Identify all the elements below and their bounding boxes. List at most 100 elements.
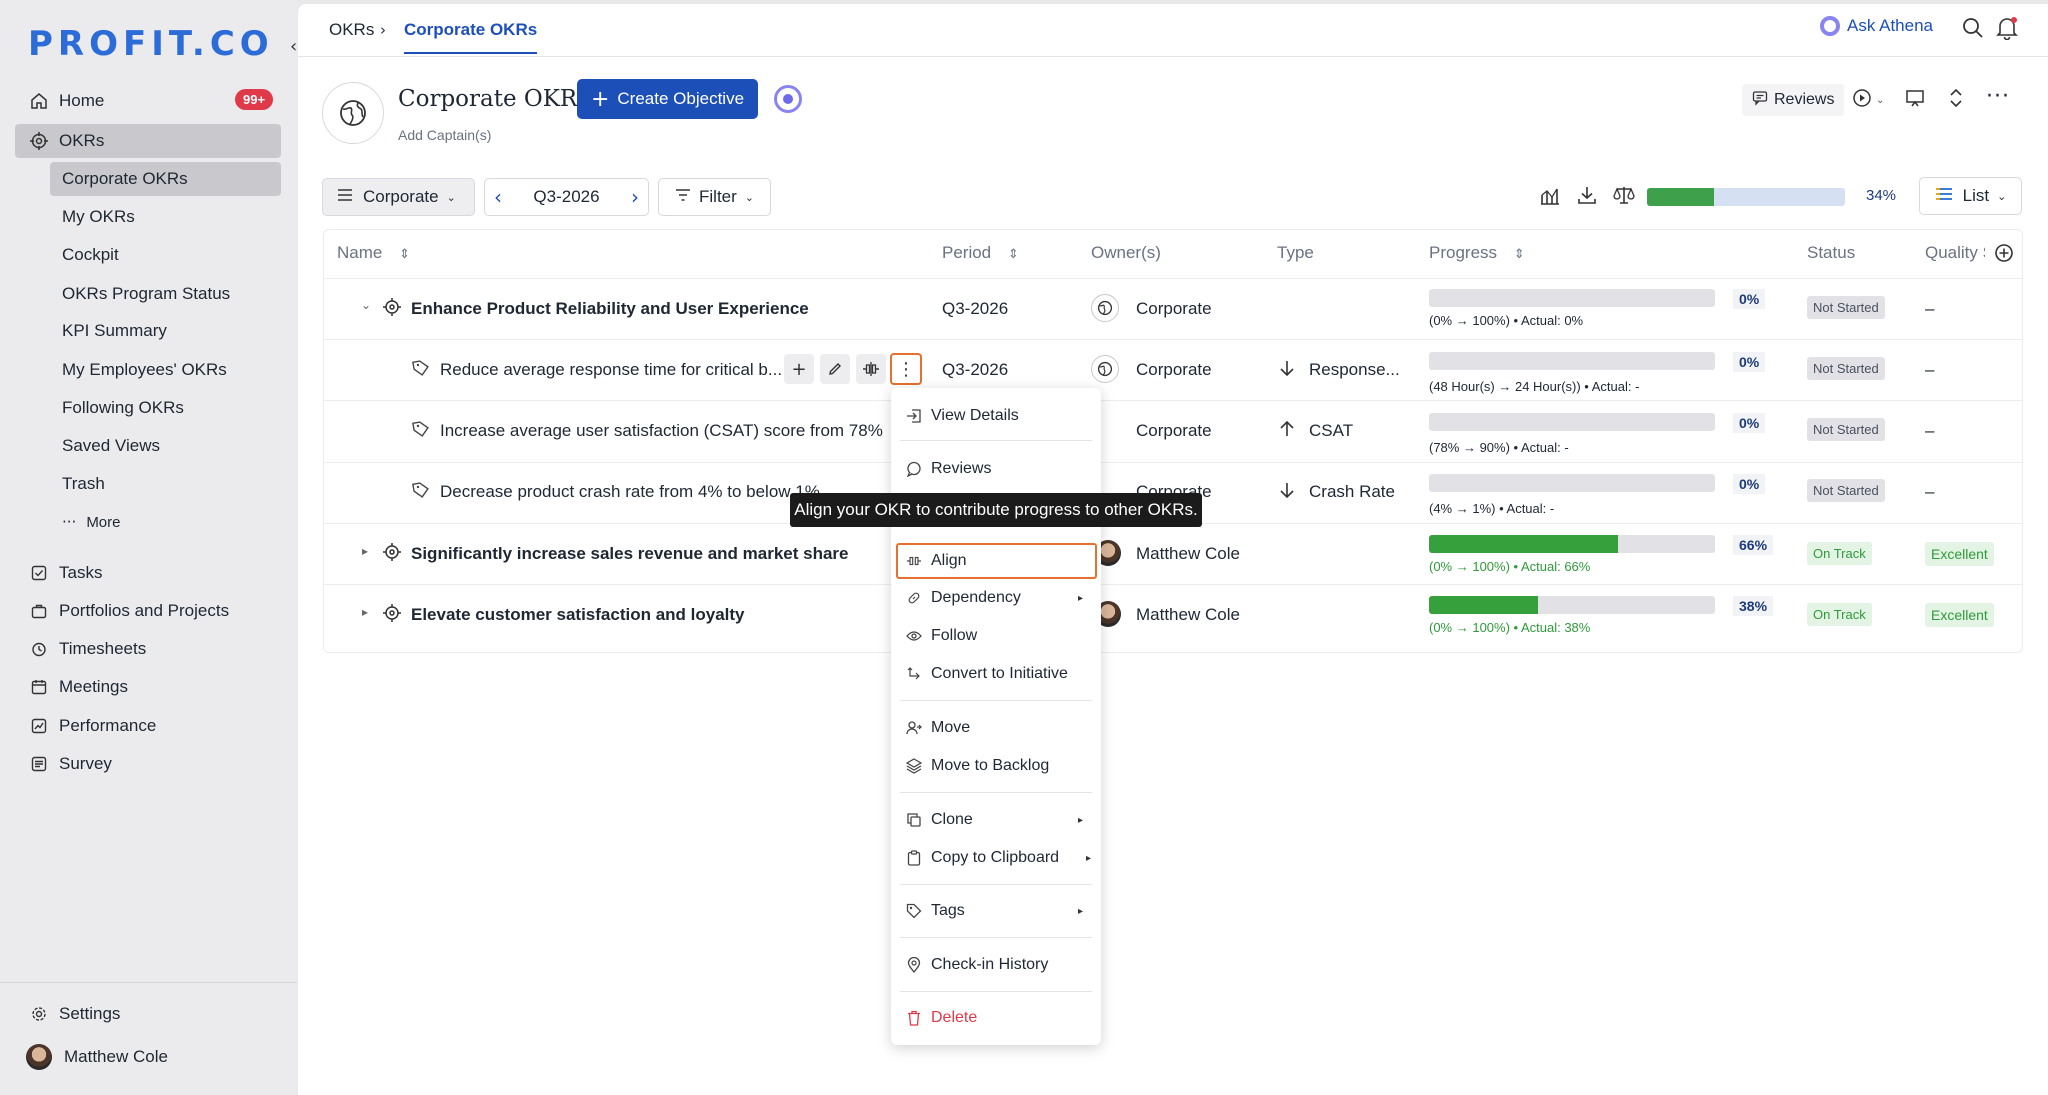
expand-caret-icon[interactable]: ▸ [362,605,368,619]
menu-item-clone[interactable]: Clone ▸ [905,804,1095,836]
menu-item-move-backlog[interactable]: Move to Backlog [905,750,1095,782]
menu-lines-icon [337,187,353,207]
breadcrumb-okrs[interactable]: OKRs [329,20,374,40]
sidebar-sub-more[interactable]: ··· More [50,505,281,539]
sidebar-sub-cockpit[interactable]: Cockpit [50,238,281,272]
convert-icon [905,667,923,681]
list-view-dropdown[interactable]: List ⌄ [1919,177,2022,215]
sidebar-item-meetings[interactable]: Meetings [15,670,281,704]
next-period-icon[interactable]: › [631,185,639,209]
create-objective-button[interactable]: + Create Objective [577,79,758,119]
gear-icon [29,1004,49,1024]
athena-icon [1820,16,1840,36]
sidebar-item-okrs[interactable]: OKRs [15,124,281,158]
athena-ai-icon[interactable] [774,85,802,113]
row-progress-percent: 38% [1733,596,1774,616]
column-header-period[interactable]: Period ⇕ [942,243,1019,263]
download-icon[interactable] [1577,185,1597,210]
expand-caret-icon[interactable]: ▸ [362,544,368,558]
analytics-icon[interactable] [1539,185,1561,212]
period-selector: ‹ Q3-2026 › [484,178,649,216]
row-type: CSAT [1309,421,1354,440]
sidebar-sub-following-okrs[interactable]: Following OKRs [50,391,281,425]
sidebar-sub-my-employees-okrs[interactable]: My Employees' OKRs [50,353,281,387]
key-result-name[interactable]: Reduce average response time for critica… [440,360,782,380]
menu-separator [900,440,1092,441]
sidebar-item-label: Portfolios and Projects [59,601,230,620]
sidebar-item-portfolios[interactable]: Portfolios and Projects [15,594,281,628]
more-options-icon[interactable]: ··· [1986,84,2010,109]
reviews-button[interactable]: Reviews [1742,84,1845,116]
sidebar-item-survey[interactable]: Survey [15,747,281,781]
filter-button[interactable]: Filter ⌄ [658,178,771,216]
menu-item-copy-clipboard[interactable]: Copy to Clipboard ▸ [905,842,1095,874]
sidebar-sub-corporate-okrs[interactable]: Corporate OKRs [50,162,281,196]
menu-item-move[interactable]: Move [905,712,1095,744]
sidebar-item-tasks[interactable]: Tasks [15,556,281,590]
collapse-sidebar-icon[interactable]: ‹ [290,36,297,57]
objective-name[interactable]: Significantly increase sales revenue and… [411,544,849,564]
filter-label: Filter [699,187,737,206]
balance-scale-icon[interactable] [1613,185,1635,210]
menu-item-view-details[interactable]: View Details [905,400,1095,432]
search-icon[interactable] [1962,17,1984,44]
sidebar-user-profile[interactable]: Matthew Cole [12,1040,278,1074]
play-dropdown-button[interactable]: ⌄ [1852,88,1884,113]
row-period: Q3-2026 [942,299,1009,318]
ask-athena-button[interactable]: Ask Athena [1820,16,1933,36]
row-owner: Corporate [1136,299,1212,318]
add-child-button[interactable]: + [784,354,814,384]
menu-item-follow[interactable]: Follow [905,620,1095,652]
sidebar-item-settings[interactable]: Settings [15,997,281,1031]
column-header-type: Type [1277,243,1314,262]
key-result-name[interactable]: Decrease product crash rate from 4% to b… [440,482,820,502]
menu-item-reviews[interactable]: Reviews [905,453,1095,485]
row-progress-range: (48 Hour(s) → 24 Hour(s)) • Actual: - [1429,379,1640,394]
key-result-name[interactable]: Increase average user satisfaction (CSAT… [440,421,886,441]
breadcrumb-corporate-okrs[interactable]: Corporate OKRs [404,20,538,54]
chevron-down-icon: ⌄ [744,190,754,204]
add-captains-link[interactable]: Add Captain(s) [398,127,491,143]
row-divider [323,278,2023,279]
page-title: Corporate OKRs [398,86,590,112]
objective-name[interactable]: Elevate customer satisfaction and loyalt… [411,605,745,625]
prev-period-icon[interactable]: ‹ [494,185,502,209]
view-details-icon [905,408,923,424]
list-label: List [1962,186,1990,205]
objective-target-icon [383,604,401,627]
notification-bell-icon[interactable] [1996,16,2018,45]
edit-pencil-icon[interactable] [820,354,850,384]
menu-item-label: Move to Backlog [931,757,1050,774]
sidebar-sub-kpi-summary[interactable]: KPI Summary [50,314,281,348]
sidebar-sub-trash[interactable]: Trash [50,467,281,501]
sidebar-sub-saved-views[interactable]: Saved Views [50,429,281,463]
menu-item-checkin-history[interactable]: Check-in History [905,949,1095,981]
objective-target-icon [383,543,401,566]
menu-item-dependency[interactable]: Dependency ▸ [905,582,1095,614]
sidebar-sub-okrs-program-status[interactable]: OKRs Program Status [50,277,281,311]
more-label: More [86,513,121,531]
menu-item-convert-initiative[interactable]: Convert to Initiative [905,658,1095,690]
row-progress-percent: 66% [1733,535,1774,555]
collapse-caret-icon[interactable]: ⌄ [361,298,371,312]
objective-name[interactable]: Enhance Product Reliability and User Exp… [411,299,809,319]
expand-collapse-icon[interactable] [1947,87,1965,114]
sidebar-sub-my-okrs[interactable]: My OKRs [50,200,281,234]
menu-item-label: Reviews [931,460,992,477]
menu-item-tags[interactable]: Tags ▸ [905,895,1095,927]
sidebar-item-performance[interactable]: Performance [15,709,281,743]
menu-item-delete[interactable]: Delete [905,1002,1095,1034]
menu-item-align[interactable]: Align [896,543,1097,579]
column-header-name[interactable]: Name ⇕ [337,243,410,263]
survey-list-icon [29,754,49,774]
menu-item-label: Check-in History [931,956,1049,973]
user-name: Matthew Cole [64,1047,168,1066]
presentation-icon[interactable] [1905,88,1925,113]
sidebar-item-timesheets[interactable]: Timesheets [15,632,281,666]
add-column-icon[interactable] [1994,243,2014,268]
check-in-icon[interactable] [856,354,886,384]
column-header-progress[interactable]: Progress ⇕ [1429,243,1525,263]
corporate-view-dropdown[interactable]: Corporate ⌄ [322,178,475,216]
row-more-menu-icon[interactable]: ⋮ [890,353,922,385]
row-quality: – [1925,482,1935,501]
